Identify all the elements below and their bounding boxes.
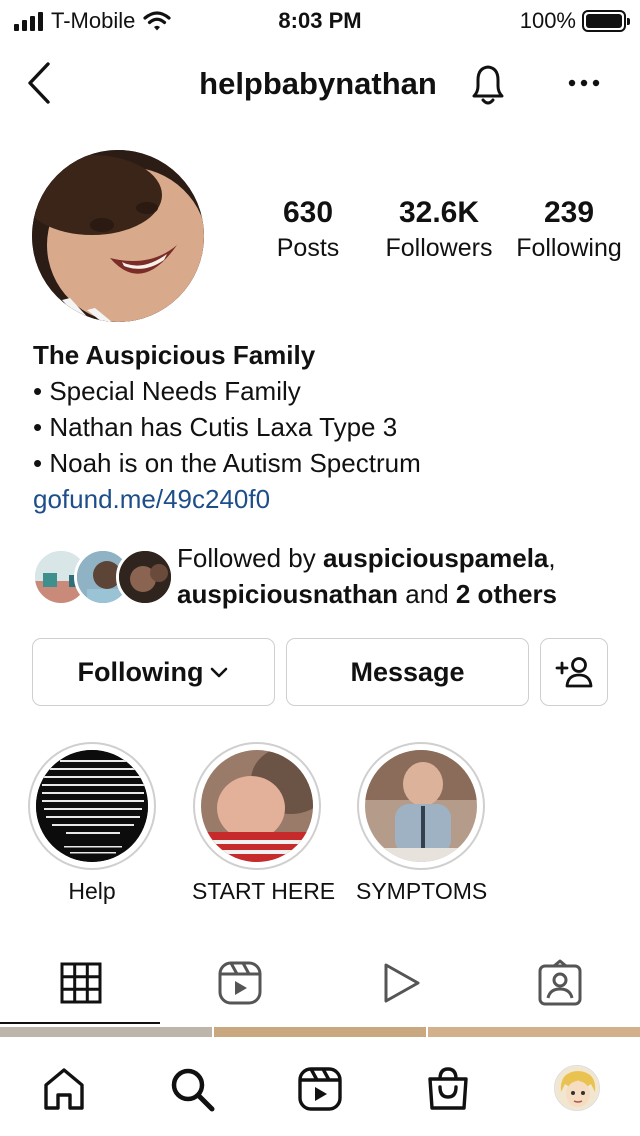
profile-header: helpbabynathan: [0, 50, 640, 120]
profile-avatar[interactable]: [32, 150, 204, 322]
profile-display-name: The Auspicious Family: [33, 340, 316, 370]
bottom-nav: [0, 1037, 640, 1136]
followed-by-text: Followed by auspiciouspamela, auspiciousn…: [177, 540, 637, 612]
followed-by-comma: ,: [548, 543, 556, 573]
bio-line: • Nathan has Cutis Laxa Type 3: [33, 412, 398, 442]
battery-percent: 100%: [519, 8, 576, 33]
followed-by-prefix: Followed by: [177, 543, 323, 573]
shop-icon[interactable]: [424, 1065, 472, 1113]
highlight-label: SYMPTOMS: [356, 878, 488, 904]
highlight-cover: [36, 750, 148, 862]
followers-label: Followers: [385, 234, 493, 262]
highlight-cover: [365, 750, 477, 862]
bell-icon[interactable]: [464, 62, 512, 108]
profile-username: helpbabynathan: [199, 66, 437, 101]
search-icon[interactable]: [168, 1065, 216, 1113]
status-bar: T-Mobile 8:03 PM 100%: [0, 0, 640, 40]
bio-line: • Noah is on the Autism Spectrum: [33, 448, 421, 478]
following-button[interactable]: Following: [32, 638, 275, 706]
tab-tagged-icon[interactable]: [535, 958, 585, 1008]
following-button-label: Following: [77, 656, 204, 687]
bio-link[interactable]: gofund.me/49c240f0: [33, 481, 613, 517]
more-options-icon[interactable]: [564, 68, 604, 98]
battery-icon: [582, 10, 630, 32]
bio-line: • Special Needs Family: [33, 376, 301, 406]
followed-by-user[interactable]: auspiciouspamela: [323, 543, 548, 573]
status-right: 100%: [519, 8, 630, 34]
highlight-ring: [193, 742, 321, 870]
posts-label: Posts: [276, 234, 340, 262]
followers-count: 32.6K: [398, 196, 480, 229]
highlight-cover: [201, 750, 313, 862]
post-grid-peek: [0, 1027, 640, 1037]
chevron-down-icon: [211, 667, 228, 678]
tab-reels-icon[interactable]: [215, 958, 265, 1008]
posts-count: 630: [282, 196, 334, 229]
message-button-label: Message: [350, 656, 465, 687]
tab-grid-icon[interactable]: [56, 958, 106, 1008]
home-icon[interactable]: [40, 1065, 88, 1113]
highlight-label: Help: [68, 878, 116, 904]
followers-stat[interactable]: 32.6K Followers: [374, 196, 504, 263]
highlight-label: START HERE: [192, 878, 336, 904]
followed-by[interactable]: Followed by auspiciouspamela, auspiciousn…: [32, 540, 632, 610]
profile-tab-avatar[interactable]: [554, 1065, 600, 1111]
followed-by-and: and: [398, 579, 456, 609]
active-tab-indicator: [0, 1022, 160, 1024]
following-stat[interactable]: 239 Following: [510, 196, 628, 263]
highlight-symptoms[interactable]: SYMPTOMS: [356, 742, 488, 905]
profile-bio: The Auspicious Family • Special Needs Fa…: [33, 337, 613, 517]
message-button[interactable]: Message: [286, 638, 529, 706]
posts-stat[interactable]: 630 Posts: [262, 196, 354, 263]
highlight-ring: [28, 742, 156, 870]
avatar-photo: [32, 150, 204, 322]
followed-by-user[interactable]: auspiciousnathan: [177, 579, 398, 609]
add-person-icon: [555, 657, 593, 688]
tab-videos-icon[interactable]: [376, 958, 426, 1008]
profile-stats: 630 Posts 32.6K Followers 239 Following: [262, 196, 632, 263]
following-label: Following: [516, 234, 622, 262]
suggest-people-button[interactable]: [540, 638, 608, 706]
reels-icon[interactable]: [296, 1065, 344, 1113]
followed-by-others[interactable]: 2 others: [456, 579, 557, 609]
follower-avatar: [116, 548, 174, 606]
highlight-help[interactable]: Help: [27, 742, 157, 905]
highlight-start-here[interactable]: START HERE: [192, 742, 336, 905]
following-count: 239: [543, 196, 595, 229]
highlight-ring: [357, 742, 485, 870]
